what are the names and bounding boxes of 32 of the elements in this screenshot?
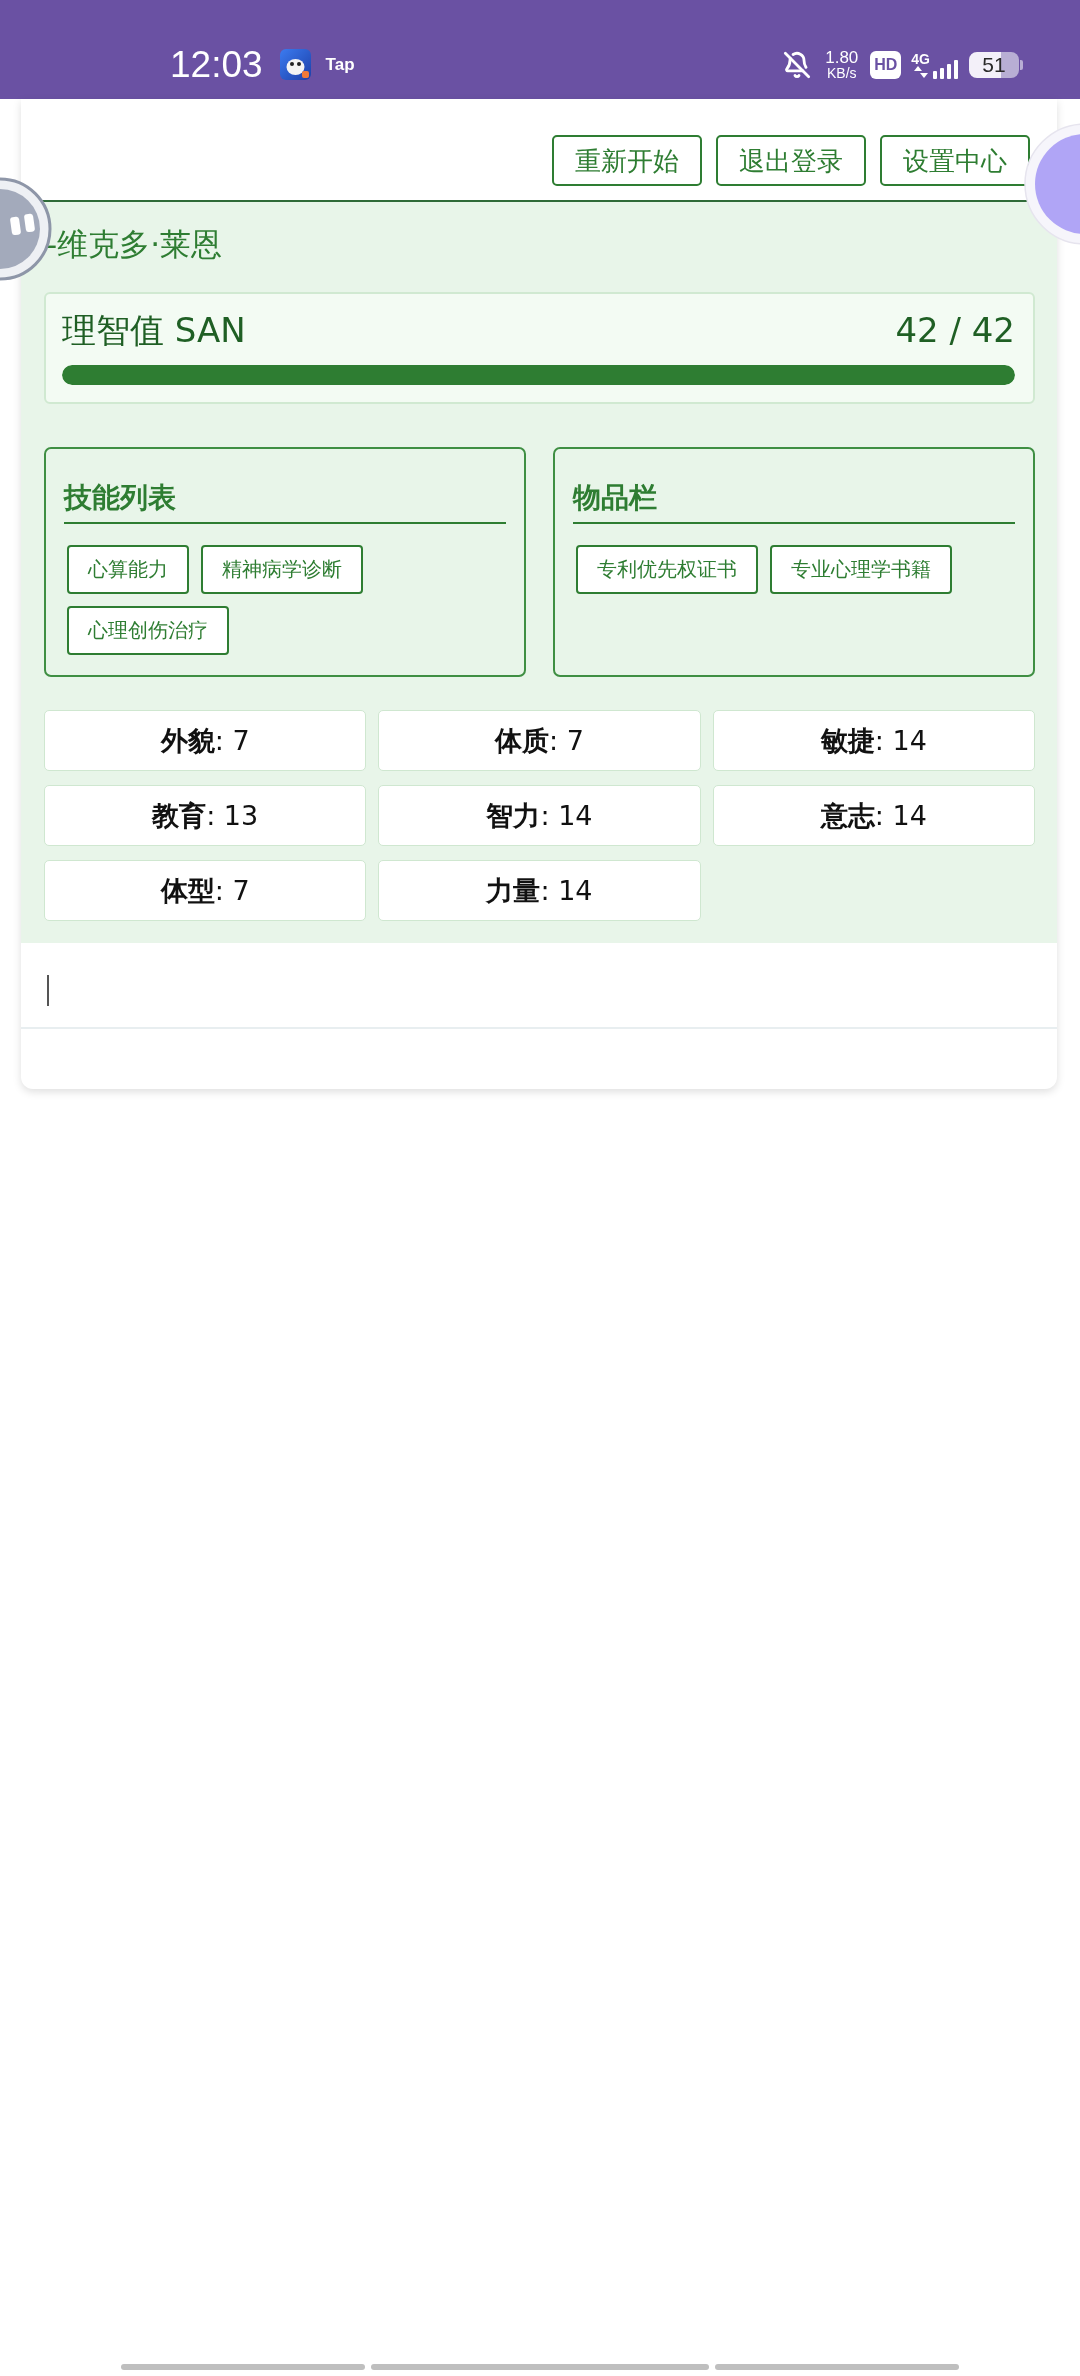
tag-chip[interactable]: 心理创伤治疗 — [67, 606, 229, 655]
network-speed-unit: KB/s — [826, 66, 857, 80]
character-name: -维克多·莱恩 — [46, 225, 223, 264]
battery-indicator: 51 — [969, 51, 1023, 78]
attribute-cell: 体型: 7 — [44, 860, 367, 921]
app-icon — [279, 49, 311, 80]
toolbar-button[interactable]: 重新开始 — [552, 135, 702, 186]
panel-title: 技能列表 — [64, 480, 506, 524]
tag-chip[interactable]: 专利优先权证书 — [576, 545, 758, 594]
sanity-reading: 42 / 42 — [895, 310, 1015, 350]
network-speed-value: 1.80 — [825, 49, 859, 66]
sanity-label: 理智值 SAN — [62, 310, 246, 350]
attribute-cell: 教育: 13 — [44, 785, 367, 846]
toolbar-button[interactable]: 设置中心 — [880, 135, 1030, 186]
clock: 12:03 — [170, 46, 263, 83]
tag-chip[interactable]: 专业心理学书籍 — [770, 545, 952, 594]
attribute-cell: 意志: 14 — [712, 785, 1035, 846]
panel-title: 物品栏 — [573, 480, 1015, 524]
network-type: 4G — [911, 51, 930, 66]
data-arrows-icon — [913, 65, 928, 78]
tag-chip[interactable]: 心算能力 — [67, 545, 189, 594]
bell-off-icon — [783, 50, 812, 79]
app-label: Tap — [325, 54, 355, 75]
attribute-cell: 力量: 14 — [378, 860, 701, 921]
tag-chip[interactable]: 精神病学诊断 — [201, 545, 363, 594]
attribute-cell: 敏捷: 14 — [712, 710, 1035, 771]
attribute-cell: 体质: 7 — [378, 710, 701, 771]
attribute-cell: 智力: 14 — [378, 785, 701, 846]
hd-badge: HD — [870, 50, 902, 79]
signal-icon — [933, 58, 959, 79]
toolbar-button[interactable]: 退出登录 — [716, 135, 866, 186]
attribute-cell: 外貌: 7 — [44, 710, 367, 771]
